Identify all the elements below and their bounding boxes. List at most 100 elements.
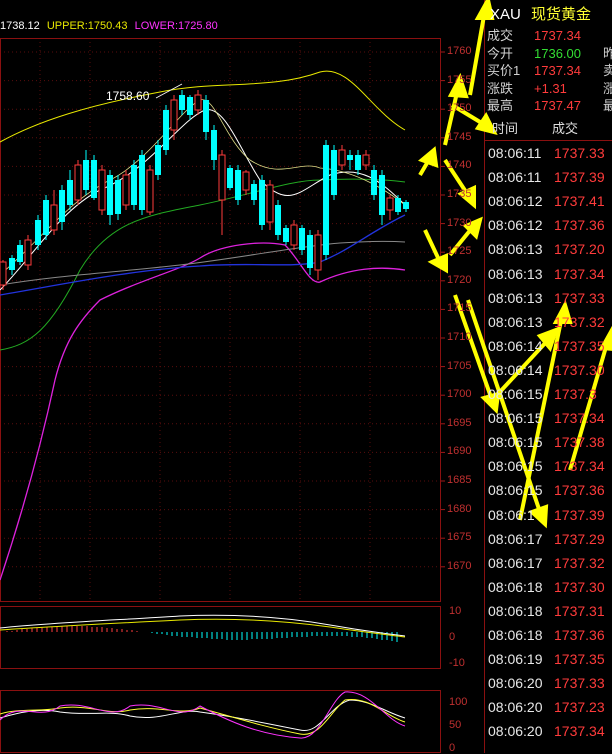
tick-time: 08:06:11 bbox=[488, 145, 542, 161]
tick-price: 1737.30 bbox=[554, 361, 605, 378]
candle bbox=[155, 140, 161, 180]
quote-row: 买价1 1737.34 bbox=[487, 60, 581, 79]
candle bbox=[74, 160, 82, 205]
tick-price: 1737.35 bbox=[554, 337, 605, 354]
tick-time: 08:06:15 bbox=[488, 458, 543, 475]
symbol-label: XAU bbox=[490, 6, 521, 23]
tick-row: 08:06:17 1737.29 bbox=[488, 531, 605, 547]
candle bbox=[314, 230, 322, 280]
tick-time: 08:06:11 bbox=[488, 169, 542, 186]
candle bbox=[91, 155, 97, 200]
tick-row: 08:06:14 1737.30 bbox=[488, 362, 605, 378]
candle bbox=[43, 195, 49, 240]
ma-fast-line bbox=[0, 99, 406, 276]
quote-value: 1737.34 bbox=[534, 28, 581, 43]
legend-upper: UPPER:1750.43 bbox=[46, 20, 128, 32]
tick-row: 08:06:14 1737.35 bbox=[488, 338, 605, 354]
price-axis-label: 1680 bbox=[447, 502, 472, 515]
quote-value: 1737.47 bbox=[534, 98, 581, 113]
price-axis-label: 1755 bbox=[447, 73, 472, 86]
candle bbox=[331, 145, 337, 200]
kdj-axis-label: 50 bbox=[449, 719, 462, 731]
candle bbox=[115, 175, 121, 220]
macd-axis-label: 0 bbox=[449, 631, 456, 643]
candle bbox=[35, 215, 41, 250]
candle bbox=[67, 170, 73, 210]
quote-value: +1.31 bbox=[534, 80, 567, 96]
tick-time: 08:06:20 bbox=[488, 675, 543, 692]
kdj-axis-label: 0 bbox=[449, 742, 456, 754]
candle bbox=[17, 240, 23, 265]
kdj-j-line bbox=[0, 691, 406, 739]
quote-value: 1737.34 bbox=[534, 63, 581, 78]
tick-row: 08:06:12 1737.36 bbox=[488, 217, 605, 233]
tick-price: 1737.34 bbox=[554, 458, 605, 475]
price-axis-label: 1695 bbox=[447, 416, 472, 429]
tick-price: 1737.38 bbox=[554, 434, 605, 451]
tick-time: 08:06:19 bbox=[488, 651, 543, 668]
candle bbox=[218, 150, 226, 235]
tick-row: 08:06:13 1737.32 bbox=[488, 314, 605, 330]
tick-row: 08:06:15 1737.3 bbox=[488, 386, 597, 402]
macd-axis-label: -10 bbox=[449, 657, 465, 669]
tick-price: 1737.32 bbox=[554, 554, 605, 571]
tick-price: 1737.31 bbox=[554, 602, 605, 619]
candle bbox=[146, 165, 154, 215]
tick-price: 1737.30 bbox=[554, 578, 605, 595]
price-axis-label: 1725 bbox=[447, 245, 472, 258]
kdj-axis-label: 100 bbox=[449, 696, 468, 708]
tick-row: 08:06:13 1737.34 bbox=[488, 266, 605, 282]
instrument-name: 现货黄金 bbox=[531, 6, 592, 23]
tick-price: 1737.34 bbox=[554, 265, 605, 282]
tick-time: 08:06:17 bbox=[488, 530, 543, 547]
tick-time: 08:06:20 bbox=[488, 723, 543, 740]
candle bbox=[179, 90, 185, 115]
candle bbox=[24, 235, 32, 270]
price-axis-label: 1710 bbox=[447, 331, 472, 343]
quote-value: 1736.00 bbox=[534, 45, 581, 61]
tick-row: 08:06:20 1737.23 bbox=[488, 699, 605, 715]
tick-time: 08:06:13 bbox=[488, 289, 543, 306]
quote-row: 最高 1737.47 bbox=[487, 95, 581, 114]
candle bbox=[139, 150, 145, 215]
candle bbox=[107, 170, 113, 225]
candle bbox=[203, 95, 209, 140]
candle bbox=[122, 170, 130, 210]
quote-extra-label: 卖 bbox=[603, 63, 612, 78]
price-axis-label: 1700 bbox=[447, 388, 472, 401]
candle bbox=[163, 105, 169, 155]
tick-time: 08:06:20 bbox=[488, 699, 543, 716]
candle bbox=[251, 180, 257, 205]
tick-time: 08:06:18 bbox=[488, 602, 543, 619]
ma-blue-line bbox=[0, 214, 406, 296]
tick-row: 08:06:15 1737.38 bbox=[488, 434, 605, 450]
quote-label: 最高 bbox=[487, 98, 514, 113]
tick-row: 08:06:18 1737.36 bbox=[488, 627, 605, 643]
legend-mid: 1738.12 bbox=[0, 20, 40, 32]
kdj-panel-border bbox=[0, 690, 441, 753]
candle bbox=[227, 165, 233, 190]
candle bbox=[0, 260, 7, 290]
candle bbox=[403, 200, 409, 212]
tick-price: 1737.36 bbox=[554, 217, 605, 234]
main-panel-border bbox=[0, 38, 441, 602]
price-axis-label: 1675 bbox=[447, 531, 472, 544]
tick-row: 08:06:1 1737.39 bbox=[488, 507, 605, 523]
quote-title: XAU 现货黄金 bbox=[490, 3, 591, 24]
candle bbox=[266, 180, 274, 230]
tick-time: 08:06:14 bbox=[488, 361, 543, 378]
quote-label: 买价1 bbox=[487, 63, 521, 78]
tick-price: 1737.39 bbox=[554, 506, 605, 523]
candle bbox=[211, 125, 217, 170]
tick-row: 08:06:13 1737.20 bbox=[488, 241, 605, 257]
price-axis-label: 1735 bbox=[447, 188, 472, 200]
price-axis-label: 1690 bbox=[447, 445, 472, 458]
candle bbox=[131, 160, 137, 210]
boll-upper-line bbox=[0, 70, 406, 143]
tick-time: 08:06:15 bbox=[488, 482, 543, 499]
macd-axis-label: 10 bbox=[449, 605, 462, 617]
candle bbox=[242, 170, 250, 195]
tick-price: 1737.32 bbox=[554, 313, 605, 330]
tick-price: 1737.33 bbox=[554, 145, 605, 161]
tick-row: 08:06:15 1737.34 bbox=[488, 410, 605, 426]
